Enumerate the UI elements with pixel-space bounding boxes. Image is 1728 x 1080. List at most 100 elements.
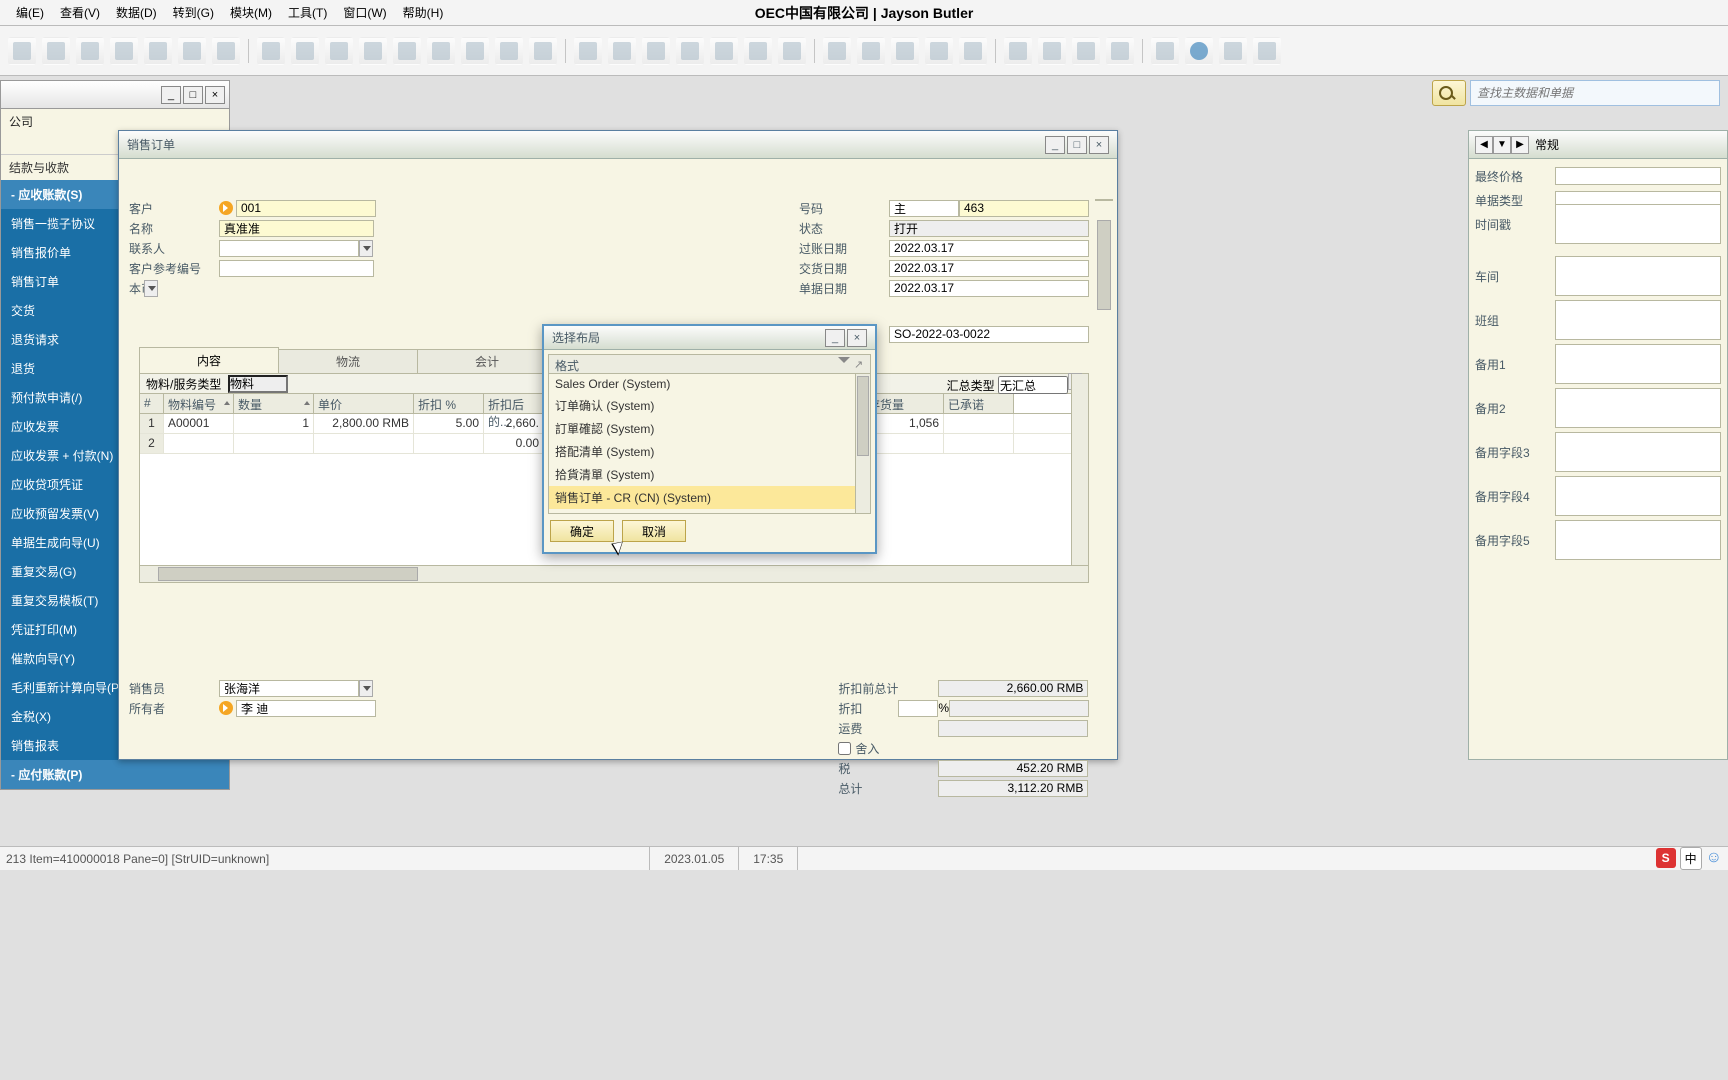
tb-msg1-icon[interactable] [925, 37, 953, 65]
maximize-icon[interactable]: □ [1067, 136, 1087, 154]
cell-price[interactable]: 2,800.00 RMB [314, 414, 414, 433]
tb-card-icon[interactable] [778, 37, 806, 65]
minimize-icon[interactable]: _ [825, 329, 845, 347]
tb-layout-icon[interactable] [1004, 37, 1032, 65]
layout-option-highlighted[interactable]: 销售订单 - CR (CN) (System) [549, 486, 870, 509]
close-icon[interactable]: × [847, 329, 867, 347]
cell-discount[interactable]: 5.00 [414, 414, 484, 433]
cell-discount[interactable] [414, 434, 484, 453]
col-discount[interactable]: 折扣 % [414, 394, 484, 413]
customer-field[interactable] [236, 200, 376, 217]
dropdown-icon[interactable] [144, 280, 158, 297]
tb-info-icon[interactable] [1219, 37, 1247, 65]
tb-lock-icon[interactable] [676, 37, 704, 65]
cell-commit[interactable] [944, 414, 1014, 433]
list-header[interactable]: 格式 [548, 354, 871, 374]
owner-field[interactable] [236, 700, 376, 717]
tb-next-icon[interactable] [393, 37, 421, 65]
side-tab-label[interactable]: 常规 [1535, 136, 1559, 153]
tb-doc1-icon[interactable] [574, 37, 602, 65]
discount-pct-field[interactable] [898, 700, 938, 717]
tb-last-icon[interactable] [427, 37, 455, 65]
nav-next-icon[interactable]: ▶ [1511, 136, 1529, 154]
close-icon[interactable]: × [205, 86, 225, 104]
udf-field[interactable] [1555, 476, 1721, 516]
udf-field[interactable] [1555, 344, 1721, 384]
col-committed[interactable]: 已承诺 [944, 394, 1014, 413]
tb-prev-icon[interactable] [359, 37, 387, 65]
close-icon[interactable]: × [1089, 136, 1109, 154]
menu-view[interactable]: 查看(V) [52, 1, 108, 24]
expand-icon[interactable] [854, 357, 866, 369]
contact-field[interactable] [219, 240, 359, 257]
minimize-icon[interactable]: _ [161, 86, 181, 104]
layout-option[interactable]: 拾貨清單 (System) [549, 463, 870, 486]
tb-preview-icon[interactable] [212, 37, 240, 65]
tab-logistics[interactable]: 物流 [278, 349, 418, 373]
tb-filter-icon[interactable] [495, 37, 523, 65]
menu-module[interactable]: 模块(M) [222, 1, 280, 24]
cell-itemcode[interactable]: A00001 [164, 414, 234, 433]
cell-commit[interactable] [944, 434, 1014, 453]
menu-goto[interactable]: 转到(G) [165, 1, 222, 24]
tb-note-icon[interactable] [1253, 37, 1281, 65]
udf-field[interactable] [1555, 388, 1721, 428]
layout-option[interactable]: 搭配清单 (System) [549, 440, 870, 463]
salesperson-field[interactable] [219, 680, 359, 697]
docno-field[interactable] [959, 200, 1089, 217]
minimize-icon[interactable]: _ [1045, 136, 1065, 154]
menu-window[interactable]: 窗口(W) [335, 1, 394, 24]
cancel-button[interactable]: 取消 [622, 520, 686, 542]
dropdown-icon[interactable] [359, 240, 373, 257]
menu-edit[interactable]: 编(E) [8, 1, 52, 24]
nav-ap-header[interactable]: - 应付账款(P) [1, 760, 229, 789]
udf-field[interactable] [1555, 167, 1721, 185]
search-input[interactable] [1470, 80, 1720, 106]
tb-import-icon[interactable] [178, 37, 206, 65]
rounding-checkbox[interactable] [838, 742, 851, 755]
tb-save-icon[interactable] [42, 37, 70, 65]
tb-copy-icon[interactable] [76, 37, 104, 65]
layout-option[interactable]: Sales Order (System) [549, 374, 870, 394]
postdate-field[interactable] [889, 240, 1089, 257]
link-arrow-icon[interactable] [219, 201, 233, 215]
tb-find-icon[interactable] [257, 37, 285, 65]
col-qty[interactable]: 数量 [234, 394, 314, 413]
cell-after[interactable]: 0.00 [484, 434, 544, 453]
chevron-down-icon[interactable]: ▼ [1493, 136, 1511, 154]
tb-calc-icon[interactable] [642, 37, 670, 65]
dropdown-icon[interactable] [359, 680, 373, 697]
udf-field[interactable] [1555, 256, 1721, 296]
layout-option[interactable]: 订单确认 (System) [549, 394, 870, 417]
docdate-field[interactable] [889, 280, 1089, 297]
tb-first-icon[interactable] [325, 37, 353, 65]
tb-list-icon[interactable] [291, 37, 319, 65]
delivdate-field[interactable] [889, 260, 1089, 277]
suppcode-field[interactable] [889, 326, 1089, 343]
ref-field[interactable] [219, 260, 374, 277]
col-rownum[interactable]: # [140, 394, 164, 413]
tb-query-icon[interactable] [529, 37, 557, 65]
link-arrow-icon[interactable] [219, 701, 233, 715]
layout-option-selected[interactable]: 销售订单 (System) [549, 509, 870, 514]
cell-qty[interactable]: 1 [234, 414, 314, 433]
vertical-scrollbar[interactable] [1095, 199, 1113, 201]
ime-sogou-icon[interactable]: S [1656, 848, 1676, 868]
tb-edit-icon[interactable] [823, 37, 851, 65]
filter-icon[interactable] [838, 357, 850, 369]
col-price[interactable]: 单价 [314, 394, 414, 413]
tb-doc2-icon[interactable] [608, 37, 636, 65]
tb-book-icon[interactable] [744, 37, 772, 65]
search-icon[interactable] [1432, 80, 1466, 106]
col-itemcode[interactable]: 物料编号 [164, 394, 234, 413]
tb-print-icon[interactable] [8, 37, 36, 65]
tab-content[interactable]: 内容 [139, 347, 279, 373]
menu-data[interactable]: 数据(D) [108, 1, 165, 24]
ime-lang-label[interactable]: 中 [1680, 847, 1702, 870]
tb-open-icon[interactable] [891, 37, 919, 65]
tb-form-icon[interactable] [1038, 37, 1066, 65]
docno-type-field[interactable] [889, 200, 959, 217]
menu-help[interactable]: 帮助(H) [395, 1, 452, 24]
maximize-icon[interactable]: □ [183, 86, 203, 104]
tb-paste-icon[interactable] [110, 37, 138, 65]
